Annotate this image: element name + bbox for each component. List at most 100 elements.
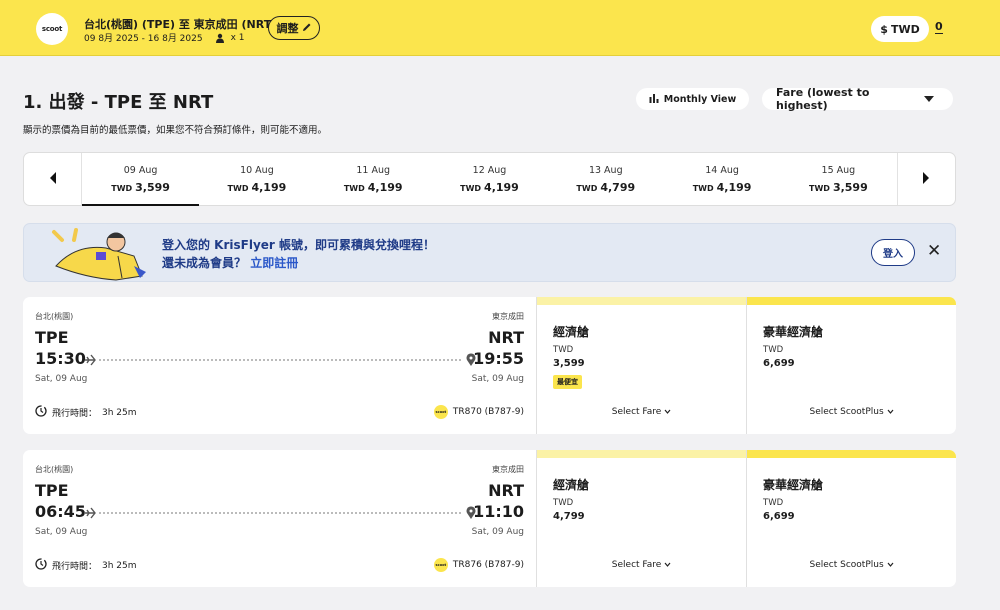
- fare-price: 6,699: [763, 511, 795, 522]
- date-tab-amount: 3,599: [832, 180, 868, 194]
- flight-number: scoot TR870 (B787-9): [433, 405, 524, 419]
- date-tab-amount: 4,199: [251, 180, 287, 194]
- plane-icon: [85, 507, 96, 519]
- date-tab-price: TWD 4,799: [576, 181, 635, 194]
- pencil-icon: [302, 22, 312, 35]
- date-tab[interactable]: 13 Aug TWD 4,799: [548, 153, 664, 205]
- trip-date-range: 09 8月 2025 - 16 8月 2025: [84, 34, 203, 44]
- flight-number-text: TR870 (B787-9): [452, 407, 524, 417]
- cart-count[interactable]: 0: [935, 20, 943, 34]
- date-tab-currency: TWD: [809, 183, 830, 193]
- krisflyer-headline: 登入您的 KrisFlyer 帳號，即可累積與兌換哩程！: [162, 238, 436, 252]
- prev-dates-button[interactable]: [24, 153, 83, 205]
- sort-label: Fare (lowest to highest): [776, 86, 870, 112]
- date-tab[interactable]: 15 Aug TWD 3,599: [780, 153, 896, 205]
- chevron-right-icon: [921, 170, 931, 189]
- date-tab-amount: 3,599: [135, 180, 170, 194]
- currency-label: TWD: [890, 22, 920, 36]
- date-tab-amount: 4,199: [716, 180, 752, 194]
- date-tab-date: 15 Aug: [821, 164, 856, 176]
- date-tab-currency: TWD: [576, 183, 598, 193]
- flight-info: 台北(桃園) 東京成田 TPE NRT 06:45 11:10 Sat, 09 Aug Sat…: [23, 450, 536, 587]
- fare-name: 豪華經濟艙: [763, 325, 824, 339]
- person-icon: [215, 33, 225, 43]
- date-tab-amount: 4,199: [484, 180, 519, 194]
- login-button[interactable]: 登入: [871, 239, 915, 266]
- date-tab-amount: 4,199: [367, 180, 403, 194]
- select-scootplus-button[interactable]: Select ScootPlus: [747, 407, 956, 417]
- fare-currency: TWD: [553, 498, 574, 508]
- plane-icon: [85, 354, 96, 366]
- close-icon[interactable]: ✕: [927, 241, 941, 261]
- top-bar: scoot 台北(桃園) (TPE) 至 東京成田 (NRT) 09 8月 20…: [0, 0, 1000, 56]
- origin-city: 台北(桃園): [35, 312, 74, 321]
- date-tab-date: 14 Aug: [705, 164, 739, 176]
- origin-code: TPE: [35, 328, 69, 347]
- departure-date: Sat, 09 Aug: [35, 527, 88, 537]
- clock-icon: [35, 405, 47, 420]
- page-title: 1. 出發 - TPE 至 NRT: [23, 92, 214, 113]
- fare-name: 豪華經濟艙: [763, 478, 824, 492]
- date-tab[interactable]: 10 Aug TWD 4,199: [199, 153, 315, 205]
- select-fare-button[interactable]: Select Fare: [537, 560, 746, 570]
- scootplus-fare[interactable]: 豪華經濟艙 TWD 6,699 Select ScootPlus: [746, 450, 956, 587]
- currency-button[interactable]: $ TWD: [871, 16, 929, 42]
- scootplus-fare[interactable]: 豪華經濟艙 TWD 6,699 Select ScootPlus: [746, 297, 956, 434]
- date-tab-currency: TWD: [460, 183, 482, 193]
- duration-label: 飛行時間：: [52, 409, 98, 419]
- arrival-date: Sat, 09 Aug: [471, 374, 524, 384]
- date-tab-price: TWD 3,599: [809, 181, 868, 194]
- chevron-down-icon: [887, 560, 894, 570]
- arrival-date: Sat, 09 Aug: [471, 527, 524, 537]
- select-scootplus-button[interactable]: Select ScootPlus: [747, 560, 956, 570]
- economy-fare[interactable]: 經濟艙 TWD 4,799 Select Fare: [536, 450, 746, 587]
- duration-value: 3h 25m: [102, 560, 137, 571]
- origin-code: TPE: [35, 481, 69, 500]
- date-tab[interactable]: 09 Aug TWD 3,599: [82, 153, 200, 206]
- route-summary: 台北(桃園) (TPE) 至 東京成田 (NRT): [84, 18, 277, 31]
- fare-stripe: [747, 450, 956, 458]
- next-dates-button[interactable]: [896, 153, 955, 205]
- flight-path: [83, 352, 479, 366]
- destination-code: NRT: [488, 328, 524, 347]
- date-tab[interactable]: 14 Aug TWD 4,199: [664, 153, 780, 205]
- duration-label: 飛行時間：: [52, 562, 98, 572]
- flight-info: 台北(桃園) 東京成田 TPE NRT 15:30 19:55 Sat, 09 Aug Sat…: [23, 297, 536, 434]
- fare-currency: TWD: [763, 498, 784, 508]
- select-fare-button[interactable]: Select Fare: [537, 407, 746, 417]
- cheapest-badge: 最便宜: [553, 375, 582, 389]
- date-tab-date: 10 Aug: [240, 164, 274, 176]
- sort-dropdown[interactable]: Fare (lowest to highest): [762, 86, 953, 112]
- arrival-time: 19:55: [473, 349, 524, 368]
- krisflyer-illustration: [46, 226, 156, 285]
- location-pin-icon: [466, 506, 476, 519]
- dollar-icon: $: [880, 22, 888, 36]
- adjust-search-button[interactable]: 調整: [268, 16, 320, 40]
- flight-duration: 飛行時間： 3h 25m: [35, 405, 137, 420]
- date-tab-date: 13 Aug: [588, 164, 623, 176]
- adjust-label: 調整: [276, 22, 299, 35]
- date-tab-currency: TWD: [227, 183, 249, 193]
- signup-prompt: 還未成為會員？: [162, 256, 247, 270]
- passenger-count: x 1: [230, 32, 245, 43]
- monthly-view-button[interactable]: Monthly View: [636, 88, 749, 110]
- economy-fare[interactable]: 經濟艙 TWD 3,599 最便宜 Select Fare: [536, 297, 746, 434]
- fare-stripe: [747, 297, 956, 305]
- flight-duration: 飛行時間： 3h 25m: [35, 558, 137, 573]
- chevron-down-icon: [664, 560, 671, 570]
- location-pin-icon: [466, 353, 476, 366]
- date-tab[interactable]: 11 Aug TWD 4,199: [315, 153, 431, 205]
- date-tab[interactable]: 12 Aug TWD 4,199: [431, 153, 547, 205]
- krisflyer-banner: 登入您的 KrisFlyer 帳號，即可累積與兌換哩程！ 還未成為會員？ 立即註…: [23, 223, 956, 282]
- clock-icon: [35, 558, 47, 573]
- duration-value: 3h 25m: [102, 407, 137, 418]
- scoot-logo[interactable]: scoot: [36, 13, 68, 45]
- monthly-view-label: Monthly View: [663, 93, 737, 105]
- flight-card: 台北(桃園) 東京成田 TPE NRT 06:45 11:10 Sat, 09 Aug Sat…: [23, 450, 956, 587]
- flight-path: [83, 505, 479, 519]
- destination-city: 東京成田: [492, 312, 524, 321]
- trip-dates: 09 8月 2025 - 16 8月 2025 x 1: [84, 31, 245, 45]
- signup-link[interactable]: 立即註冊: [250, 256, 298, 270]
- fare-name: 經濟艙: [553, 325, 590, 339]
- departure-date: Sat, 09 Aug: [35, 374, 88, 384]
